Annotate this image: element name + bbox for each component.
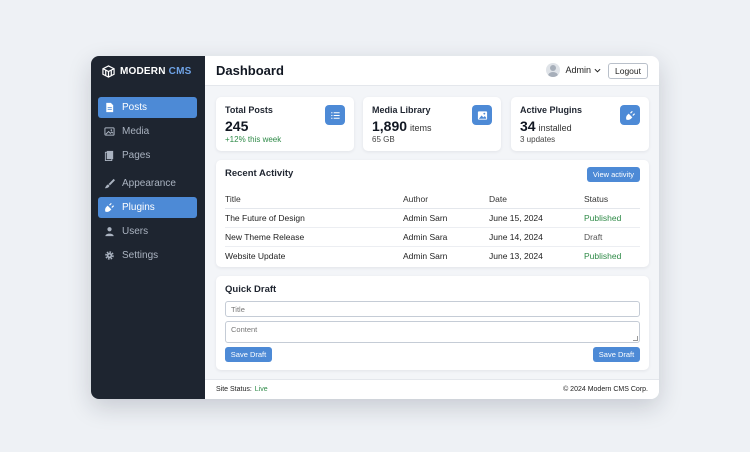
stat-value: 34	[520, 118, 536, 134]
cell-title[interactable]: New Theme Release	[225, 227, 403, 247]
activity-table: Title Author Date Status The Future of D…	[225, 190, 640, 265]
stat-unit: items	[410, 123, 432, 133]
cms-window: MODERN CMS Posts Media Pages Appearance	[91, 56, 659, 399]
stat-trend: +12% this week	[225, 135, 282, 144]
cell-date: June 13, 2024	[489, 250, 543, 261]
chevron-down-icon	[594, 68, 601, 73]
cell-author: Admin Sara	[403, 227, 489, 247]
sidebar-item-users[interactable]: Users	[98, 221, 197, 242]
sidebar-item-pages[interactable]: Pages	[98, 145, 197, 166]
view-activity-button[interactable]: View activity	[587, 167, 640, 182]
column-header-status[interactable]: Status	[584, 190, 640, 209]
table-row[interactable]: Website Update Admin Sarn June 13, 2024 …	[225, 246, 640, 265]
cell-date: June 14, 2024	[489, 227, 584, 247]
cube-logo-icon	[102, 64, 115, 78]
table-header-row: Title Author Date Status	[225, 190, 640, 209]
sidebar-item-label: Users	[122, 226, 149, 237]
column-header-date[interactable]: Date	[489, 190, 584, 209]
stat-sub: 65 GB	[372, 135, 395, 144]
image-icon	[104, 127, 115, 136]
sidebar-item-appearance[interactable]: Appearance	[98, 173, 197, 194]
document-icon	[106, 102, 114, 113]
sidebar: MODERN CMS Posts Media Pages Appearance	[91, 56, 205, 399]
user-name: Admin	[565, 65, 591, 75]
image-icon	[477, 110, 487, 120]
sidebar-item-plugins[interactable]: Plugins	[98, 197, 197, 218]
sidebar-nav: Posts Media Pages Appearance Plugins Use…	[98, 97, 197, 269]
quick-draft-card: Quick Draft Title Content Save Draft Sav…	[216, 276, 649, 370]
user-icon	[105, 227, 114, 237]
main-content: Dashboard Admin Logout Total Posts 245 +…	[205, 56, 659, 399]
draft-content-textarea[interactable]: Content	[225, 321, 640, 343]
sidebar-item-label: Plugins	[122, 202, 155, 213]
resize-handle[interactable]	[633, 336, 638, 341]
column-header-author[interactable]: Author	[403, 190, 489, 209]
stat-value: 1,890	[372, 118, 408, 134]
card-title: Quick Draft	[225, 284, 277, 295]
top-bar: Dashboard Admin Logout	[205, 56, 659, 86]
logout-button[interactable]: Logout	[608, 63, 648, 79]
draft-title-input[interactable]: Title	[225, 301, 640, 317]
stat-sub: 3 updates	[520, 135, 556, 144]
brand-logo[interactable]: MODERN CMS	[91, 56, 205, 86]
list-icon	[330, 111, 340, 119]
sidebar-item-label: Settings	[122, 250, 159, 261]
stat-unit: installed	[538, 123, 572, 133]
sidebar-item-settings[interactable]: Settings	[98, 245, 197, 266]
brand-name: MODERN	[120, 65, 166, 77]
site-status-value: Live	[254, 386, 268, 393]
stat-icon-tile[interactable]	[472, 105, 492, 125]
content-placeholder: Content	[231, 325, 258, 334]
user-menu[interactable]: Admin	[546, 63, 601, 77]
save-draft-button[interactable]: Save Draft	[225, 347, 272, 362]
sidebar-item-label: Appearance	[122, 178, 176, 189]
gear-icon	[105, 251, 114, 260]
plug-icon	[105, 202, 115, 212]
sidebar-item-label: Media	[122, 126, 150, 137]
pages-icon	[104, 150, 114, 161]
page-title: Dashboard	[216, 63, 284, 78]
status-badge: Draft	[584, 227, 640, 247]
status-badge: Published	[584, 250, 622, 261]
sidebar-item-posts[interactable]: Posts	[98, 97, 197, 118]
site-status-label: Site Status:	[216, 386, 252, 393]
stat-icon-tile[interactable]	[620, 105, 640, 125]
card-title: Recent Activity	[225, 168, 294, 179]
footer: Site Status: Live © 2024 Modern CMS Corp…	[205, 379, 659, 399]
column-header-title[interactable]: Title	[225, 190, 403, 209]
sidebar-item-label: Pages	[122, 150, 151, 161]
table-row[interactable]: The Future of Design Admin Sarn June 15,…	[225, 208, 640, 228]
cell-author: Admin Sarn	[403, 250, 448, 261]
cell-author: Admin Sarn	[403, 208, 489, 228]
table-row[interactable]: New Theme Release Admin Sara June 14, 20…	[225, 227, 640, 247]
cell-title[interactable]: The Future of Design	[225, 208, 403, 228]
cell-date: June 15, 2024	[489, 208, 584, 228]
avatar	[546, 63, 561, 77]
stat-card-media-library: Media Library 1,890 items 65 GB	[363, 97, 501, 151]
recent-activity-card: Recent Activity View activity Title Auth…	[216, 160, 649, 267]
copyright: © 2024 Modern CMS Corp.	[563, 386, 648, 393]
brand-accent: CMS	[168, 65, 192, 77]
save-draft-button-secondary[interactable]: Save Draft	[593, 347, 640, 362]
stat-icon-tile[interactable]	[325, 105, 345, 125]
brush-icon	[104, 178, 115, 189]
plug-icon	[625, 110, 635, 120]
sidebar-item-label: Posts	[122, 102, 148, 113]
status-badge: Published	[584, 208, 640, 228]
cell-title[interactable]: Website Update	[225, 246, 403, 265]
stat-card-total-posts: Total Posts 245 +12% this week	[216, 97, 354, 151]
stat-card-active-plugins: Active Plugins 34 installed 3 updates	[511, 97, 649, 151]
sidebar-item-media[interactable]: Media	[98, 121, 197, 142]
